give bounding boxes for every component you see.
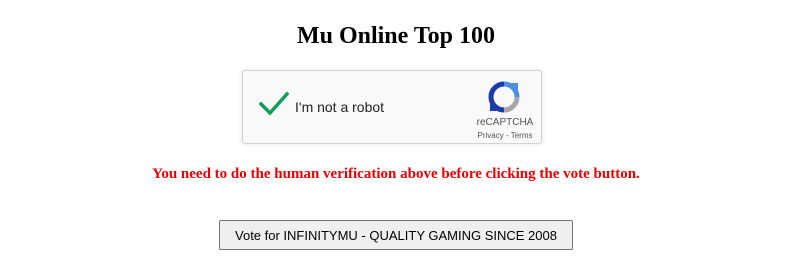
vote-button[interactable]: Vote for INFINITYMU - QUALITY GAMING SIN… (219, 220, 573, 250)
verification-warning: You need to do the human verification ab… (152, 166, 640, 182)
captcha-label[interactable]: I'm not a robot (295, 98, 384, 116)
page-title: Mu Online Top 100 (296, 23, 496, 49)
recaptcha-links: Privacy - Terms (463, 131, 547, 141)
checkmark-icon[interactable] (259, 91, 289, 117)
recaptcha-brand: reCAPTCHA (476, 117, 534, 128)
links-separator: - (503, 131, 511, 140)
recaptcha-widget: I'm not a robot reCAPTCHA Privacy - Term… (242, 70, 542, 144)
privacy-link[interactable]: Privacy (478, 131, 504, 140)
terms-link[interactable]: Terms (511, 131, 533, 140)
recaptcha-logo-icon (488, 81, 520, 113)
